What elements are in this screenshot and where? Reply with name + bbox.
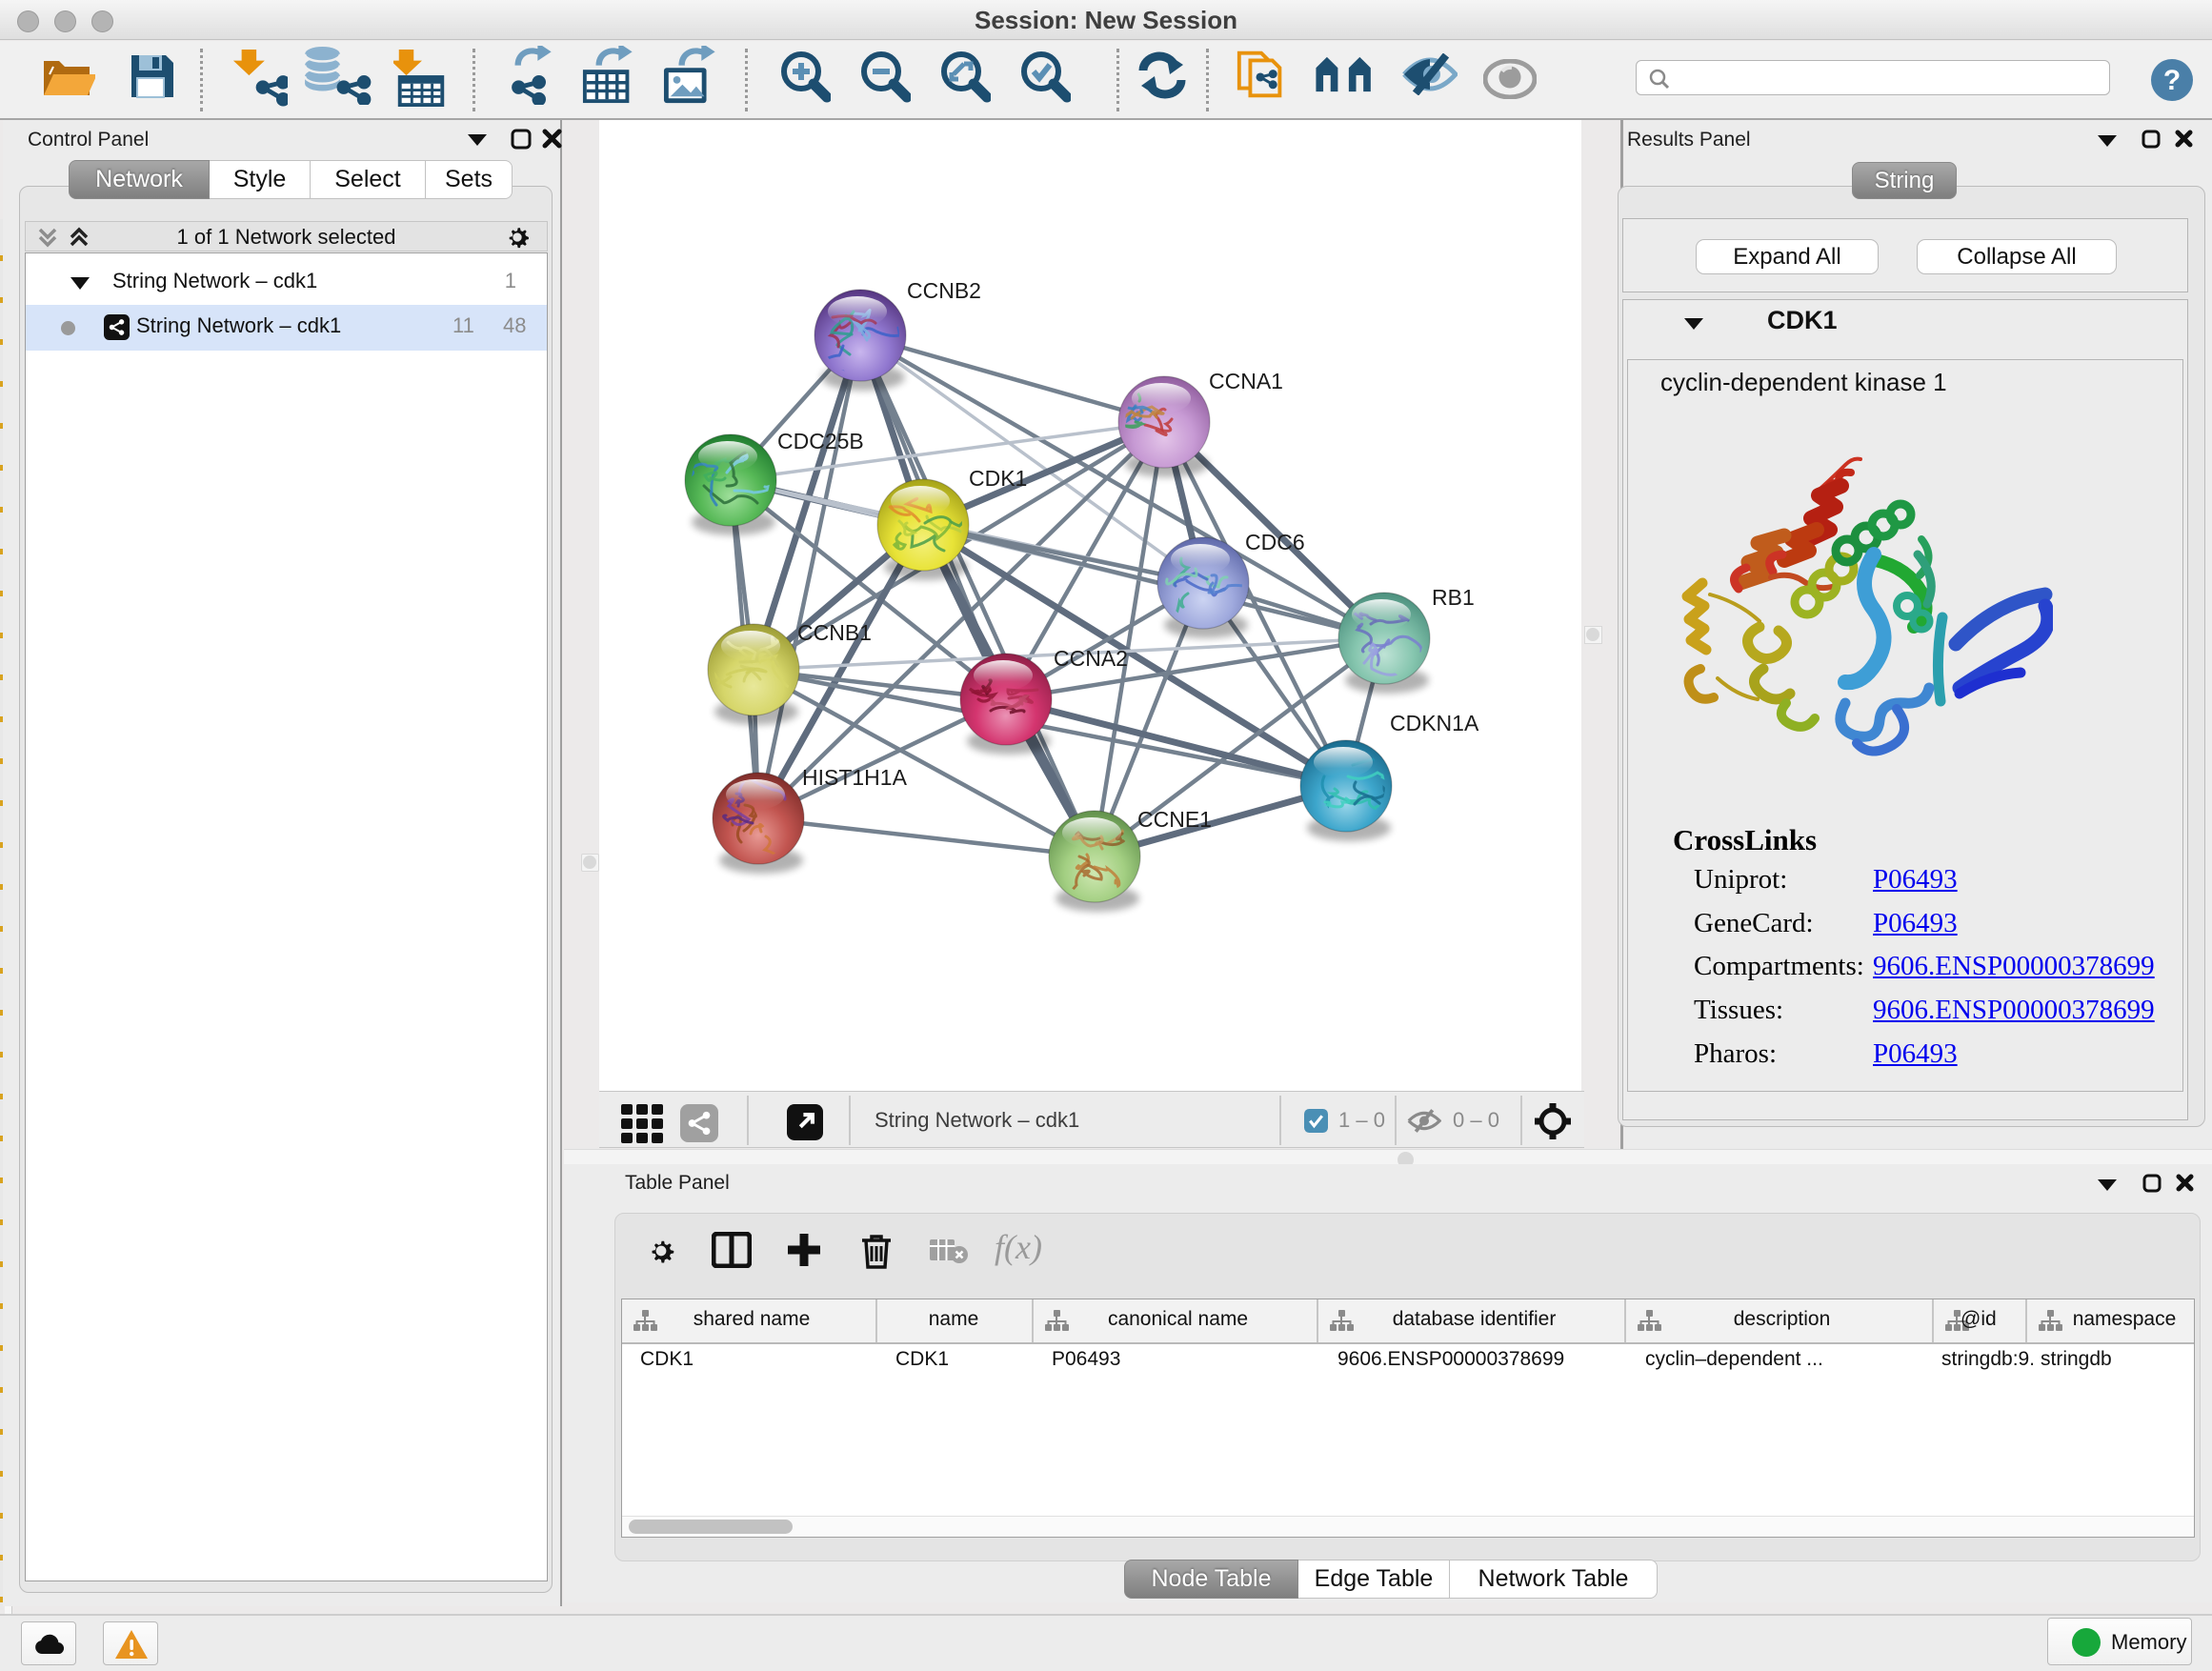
svg-text:CDKN1A: CDKN1A xyxy=(1390,711,1479,735)
svg-text:CDK1: CDK1 xyxy=(969,466,1027,491)
svg-text:CCNB2: CCNB2 xyxy=(907,278,981,303)
svg-text:CDC25B: CDC25B xyxy=(777,429,864,453)
svg-text:CCNA1: CCNA1 xyxy=(1209,369,1283,393)
svg-text:CDC6: CDC6 xyxy=(1245,530,1305,554)
svg-text:?: ? xyxy=(2163,65,2181,96)
svg-text:HIST1H1A: HIST1H1A xyxy=(802,765,908,790)
svg-text:RB1: RB1 xyxy=(1432,585,1475,610)
svg-text:CCNA2: CCNA2 xyxy=(1054,646,1128,671)
svg-text:CCNE1: CCNE1 xyxy=(1137,807,1212,832)
svg-text:CCNB1: CCNB1 xyxy=(797,620,872,645)
